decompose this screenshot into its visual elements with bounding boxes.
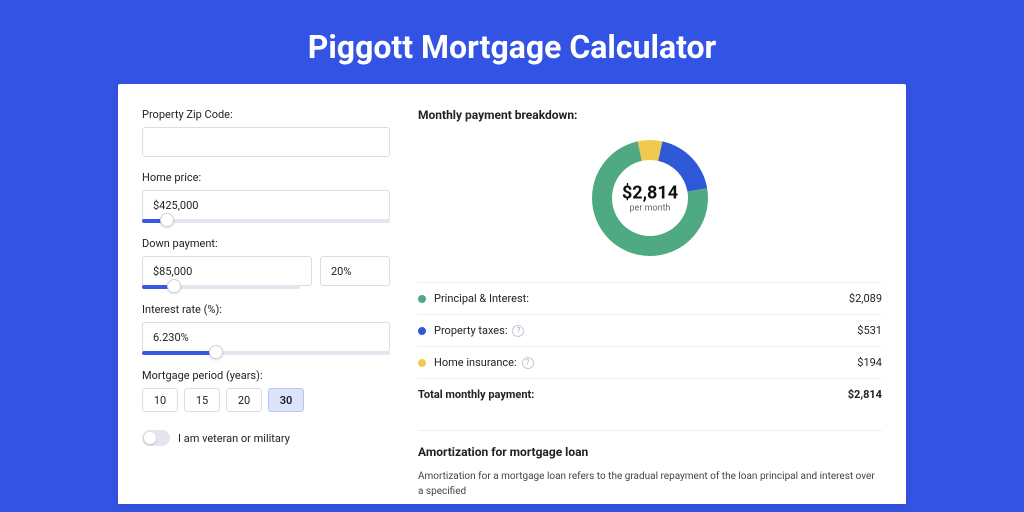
downpayment-field: Down payment: — [142, 237, 390, 289]
period-button-20[interactable]: 20 — [226, 388, 262, 412]
legend-row: Property taxes: ? $531 — [418, 315, 882, 347]
breakdown-panel: Monthly payment breakdown: $2,814 per mo… — [390, 108, 882, 480]
legend-name: Principal & Interest: — [434, 292, 529, 305]
total-label: Total monthly payment: — [418, 388, 534, 401]
veteran-label: I am veteran or military — [178, 432, 290, 445]
rate-field: Interest rate (%): — [142, 303, 390, 355]
donut-sublabel: per month — [622, 204, 678, 214]
period-button-30[interactable]: 30 — [268, 388, 304, 412]
downpayment-slider[interactable] — [142, 285, 300, 289]
veteran-toggle[interactable] — [142, 430, 170, 446]
slider-thumb-icon[interactable] — [209, 345, 223, 359]
legend-name: Home insurance: — [434, 356, 517, 369]
total-value: $2,814 — [848, 388, 882, 401]
zip-input[interactable] — [142, 127, 390, 157]
slider-thumb-icon[interactable] — [160, 213, 174, 227]
inputs-panel: Property Zip Code: Home price: Down paym… — [142, 108, 390, 480]
rate-input[interactable] — [142, 322, 390, 352]
legend-value: $194 — [857, 356, 882, 369]
downpayment-label: Down payment: — [142, 237, 390, 250]
amortization-section: Amortization for mortgage loan Amortizat… — [418, 430, 882, 499]
amortization-title: Amortization for mortgage loan — [418, 445, 882, 459]
legend-row: Principal & Interest: $2,089 — [418, 283, 882, 315]
breakdown-title: Monthly payment breakdown: — [418, 108, 882, 122]
info-icon[interactable]: ? — [512, 325, 524, 337]
page-title: Piggott Mortgage Calculator — [0, 0, 1024, 84]
info-icon[interactable]: ? — [522, 357, 534, 369]
downpayment-pct-input[interactable] — [320, 256, 390, 286]
rate-label: Interest rate (%): — [142, 303, 390, 316]
veteran-row: I am veteran or military — [142, 430, 390, 446]
donut-chart: $2,814 per month — [418, 134, 882, 262]
legend: Principal & Interest: $2,089 Property ta… — [418, 282, 882, 410]
period-label: Mortgage period (years): — [142, 369, 390, 382]
price-input[interactable] — [142, 190, 390, 220]
slider-thumb-icon[interactable] — [167, 279, 181, 293]
legend-value: $2,089 — [849, 292, 882, 305]
legend-dot-icon — [418, 327, 426, 335]
rate-slider[interactable] — [142, 351, 390, 355]
legend-name: Property taxes: — [434, 324, 507, 337]
legend-value: $531 — [857, 324, 882, 337]
amortization-text: Amortization for a mortgage loan refers … — [418, 469, 882, 499]
price-field: Home price: — [142, 171, 390, 223]
period-field: Mortgage period (years): 10152030 — [142, 369, 390, 412]
calculator-card: Property Zip Code: Home price: Down paym… — [118, 84, 906, 504]
price-slider[interactable] — [142, 219, 390, 223]
period-button-15[interactable]: 15 — [184, 388, 220, 412]
donut-amount: $2,814 — [622, 183, 678, 204]
legend-row: Home insurance: ? $194 — [418, 347, 882, 379]
legend-total-row: Total monthly payment: $2,814 — [418, 379, 882, 410]
zip-label: Property Zip Code: — [142, 108, 390, 121]
legend-dot-icon — [418, 359, 426, 367]
period-button-10[interactable]: 10 — [142, 388, 178, 412]
legend-dot-icon — [418, 295, 426, 303]
period-buttons: 10152030 — [142, 388, 390, 412]
zip-field: Property Zip Code: — [142, 108, 390, 157]
price-label: Home price: — [142, 171, 390, 184]
